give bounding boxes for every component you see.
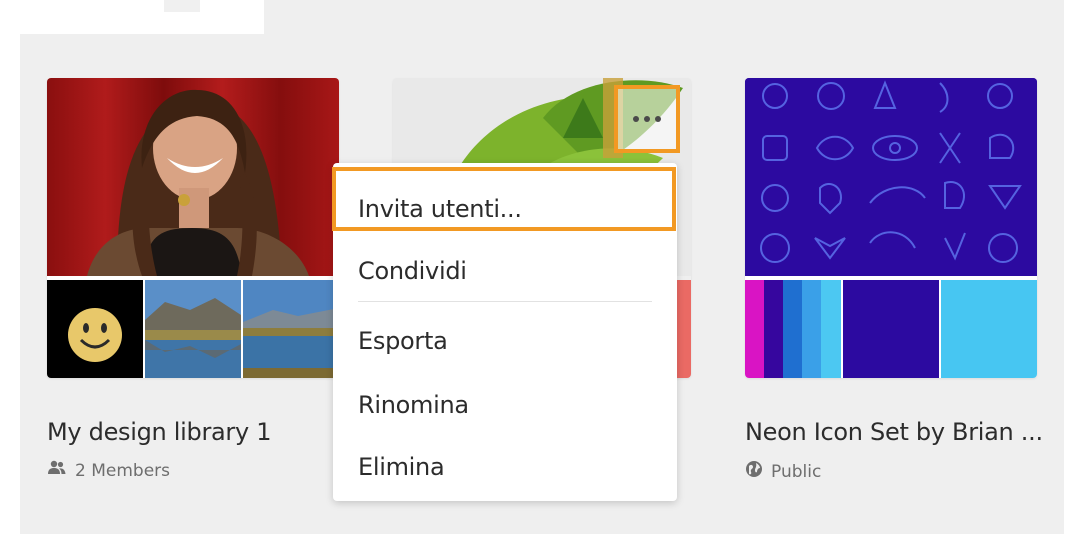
menu-item-delete[interactable]: Elimina (358, 453, 445, 481)
neon-icon-pattern (745, 78, 1037, 276)
landscape-photo-1 (145, 280, 241, 378)
neon-stripes-tile (745, 280, 841, 378)
menu-item-share[interactable]: Condividi (358, 257, 467, 285)
portrait-photo (47, 78, 339, 276)
top-tab-inner (164, 0, 200, 12)
library-title[interactable]: My design library 1 (47, 418, 272, 446)
neon-purple-swatch (843, 280, 939, 378)
globe-icon (745, 460, 763, 483)
library-thumbnail[interactable] (47, 78, 339, 378)
panel-top-strip (264, 0, 1064, 34)
context-menu: Invita utenti... Condividi Esporta Rinom… (332, 163, 677, 501)
more-horizontal-icon (633, 116, 661, 122)
library-members-count: 2 Members (75, 460, 171, 481)
menu-divider (358, 301, 652, 302)
library-visibility: Public (771, 461, 822, 482)
landscape-photo-2 (243, 280, 339, 378)
menu-item-export[interactable]: Esporta (358, 327, 448, 355)
top-tab (158, 0, 264, 34)
library-title[interactable]: Neon Icon Set by Brian ... (745, 418, 1043, 446)
library-thumbnail[interactable] (745, 78, 1037, 378)
more-options-button[interactable] (614, 85, 680, 153)
library-meta: 2 Members (47, 460, 170, 481)
menu-item-invite-users[interactable]: Invita utenti... (358, 195, 522, 223)
library-meta: Public (745, 460, 821, 483)
members-icon (47, 460, 67, 481)
menu-item-rename[interactable]: Rinomina (358, 391, 469, 419)
smiley-tile (47, 280, 143, 378)
neon-cyan-swatch (941, 280, 1037, 378)
